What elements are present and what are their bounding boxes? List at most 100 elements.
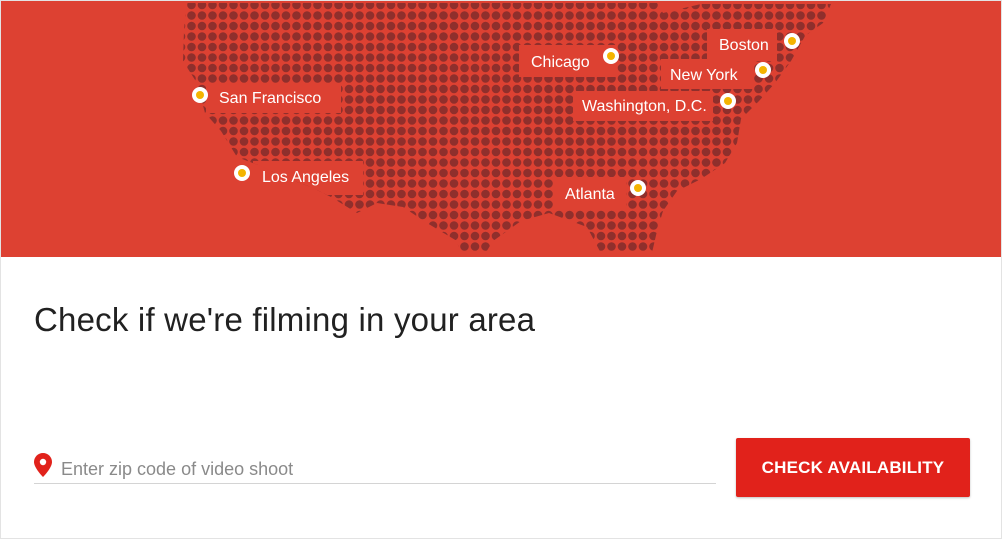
map-dot [701, 221, 711, 230]
map-dot [785, 11, 795, 20]
map-dot [183, 32, 186, 41]
map-dot [502, 179, 511, 188]
map-dot [302, 200, 312, 209]
map-dot [806, 3, 816, 10]
map-dot [701, 126, 711, 136]
map-dot [460, 42, 469, 52]
map-dot [817, 105, 826, 115]
map-dot [827, 137, 831, 146]
map-dot [743, 168, 753, 178]
map-dot [355, 116, 364, 125]
map-dot [575, 32, 585, 41]
map-dot [407, 84, 417, 94]
map-dot [313, 74, 322, 83]
map-dot [218, 168, 228, 178]
map-dot [250, 126, 259, 136]
map-dot [428, 84, 438, 94]
map-dot [386, 32, 396, 41]
map-dot [659, 21, 669, 31]
map-dot [481, 179, 490, 188]
map-dot [250, 210, 259, 220]
map-dot [680, 21, 690, 31]
map-dot [386, 242, 396, 251]
map-dot [183, 126, 186, 136]
city-marker-icon[interactable] [234, 165, 250, 181]
map-dot [764, 3, 774, 10]
map-dot [365, 63, 375, 73]
zip-code-field[interactable] [34, 453, 716, 484]
map-dot [617, 210, 627, 220]
map-dot [764, 179, 774, 188]
map-dot [806, 210, 816, 220]
map-dot [302, 63, 312, 73]
map-dot [806, 21, 816, 31]
map-dot [407, 210, 417, 220]
map-dot [376, 63, 385, 73]
map-dot [775, 242, 784, 251]
map-dot [817, 3, 826, 10]
city-marker-icon[interactable] [784, 33, 800, 49]
map-dot [218, 42, 228, 52]
map-dot [229, 74, 238, 83]
map-dot [229, 179, 238, 188]
map-dot [670, 231, 679, 241]
map-dot [187, 210, 196, 220]
map-dot [365, 168, 375, 178]
map-dot [775, 11, 784, 20]
map-dot [208, 3, 217, 10]
zip-code-input[interactable] [61, 457, 701, 481]
map-dot [691, 147, 700, 157]
map-dot [239, 126, 249, 136]
map-dot [754, 3, 763, 10]
map-dot [302, 231, 312, 241]
map-dot [796, 210, 805, 220]
map-dot [733, 242, 742, 251]
map-dot [218, 231, 228, 241]
map-dot [418, 210, 427, 220]
map-dot [271, 126, 280, 136]
map-dot [712, 137, 721, 146]
map-dot [281, 74, 291, 83]
map-dot [796, 200, 805, 209]
map-dot [376, 3, 385, 10]
map-dot [586, 168, 595, 178]
map-dot [701, 147, 711, 157]
map-dot [208, 42, 217, 52]
map-dot [502, 221, 511, 230]
city-marker-icon[interactable] [603, 48, 619, 64]
map-dot [617, 53, 627, 62]
map-dot [575, 11, 585, 20]
map-dot [376, 105, 385, 115]
city-marker-icon[interactable] [630, 180, 646, 196]
map-dot [407, 42, 417, 52]
city-marker-icon[interactable] [755, 62, 771, 78]
map-dot [197, 3, 207, 10]
map-dot [502, 3, 511, 10]
map-dot [197, 179, 207, 188]
map-dot [691, 158, 700, 167]
map-dot [659, 158, 669, 167]
map-dot [260, 189, 270, 199]
map-dot [638, 147, 648, 157]
map-dot [712, 179, 721, 188]
city-marker-icon[interactable] [720, 93, 736, 109]
map-dot [334, 32, 343, 41]
check-availability-button[interactable]: CHECK AVAILABILITY [736, 438, 970, 497]
map-dot [281, 116, 291, 125]
map-dot [260, 200, 270, 209]
map-dot [229, 11, 238, 20]
map-dot [439, 21, 448, 31]
map-dot [817, 221, 826, 230]
map-dot [544, 168, 553, 178]
map-dot [439, 3, 448, 10]
map-dot [806, 53, 816, 62]
map-dot [596, 137, 606, 146]
map-dot [523, 11, 532, 20]
map-dot [565, 21, 574, 31]
map-dot [827, 21, 831, 31]
map-dot [376, 32, 385, 41]
map-dot [628, 11, 637, 20]
map-dot [344, 221, 354, 230]
city-marker-icon[interactable] [192, 87, 208, 103]
map-dot [533, 158, 543, 167]
